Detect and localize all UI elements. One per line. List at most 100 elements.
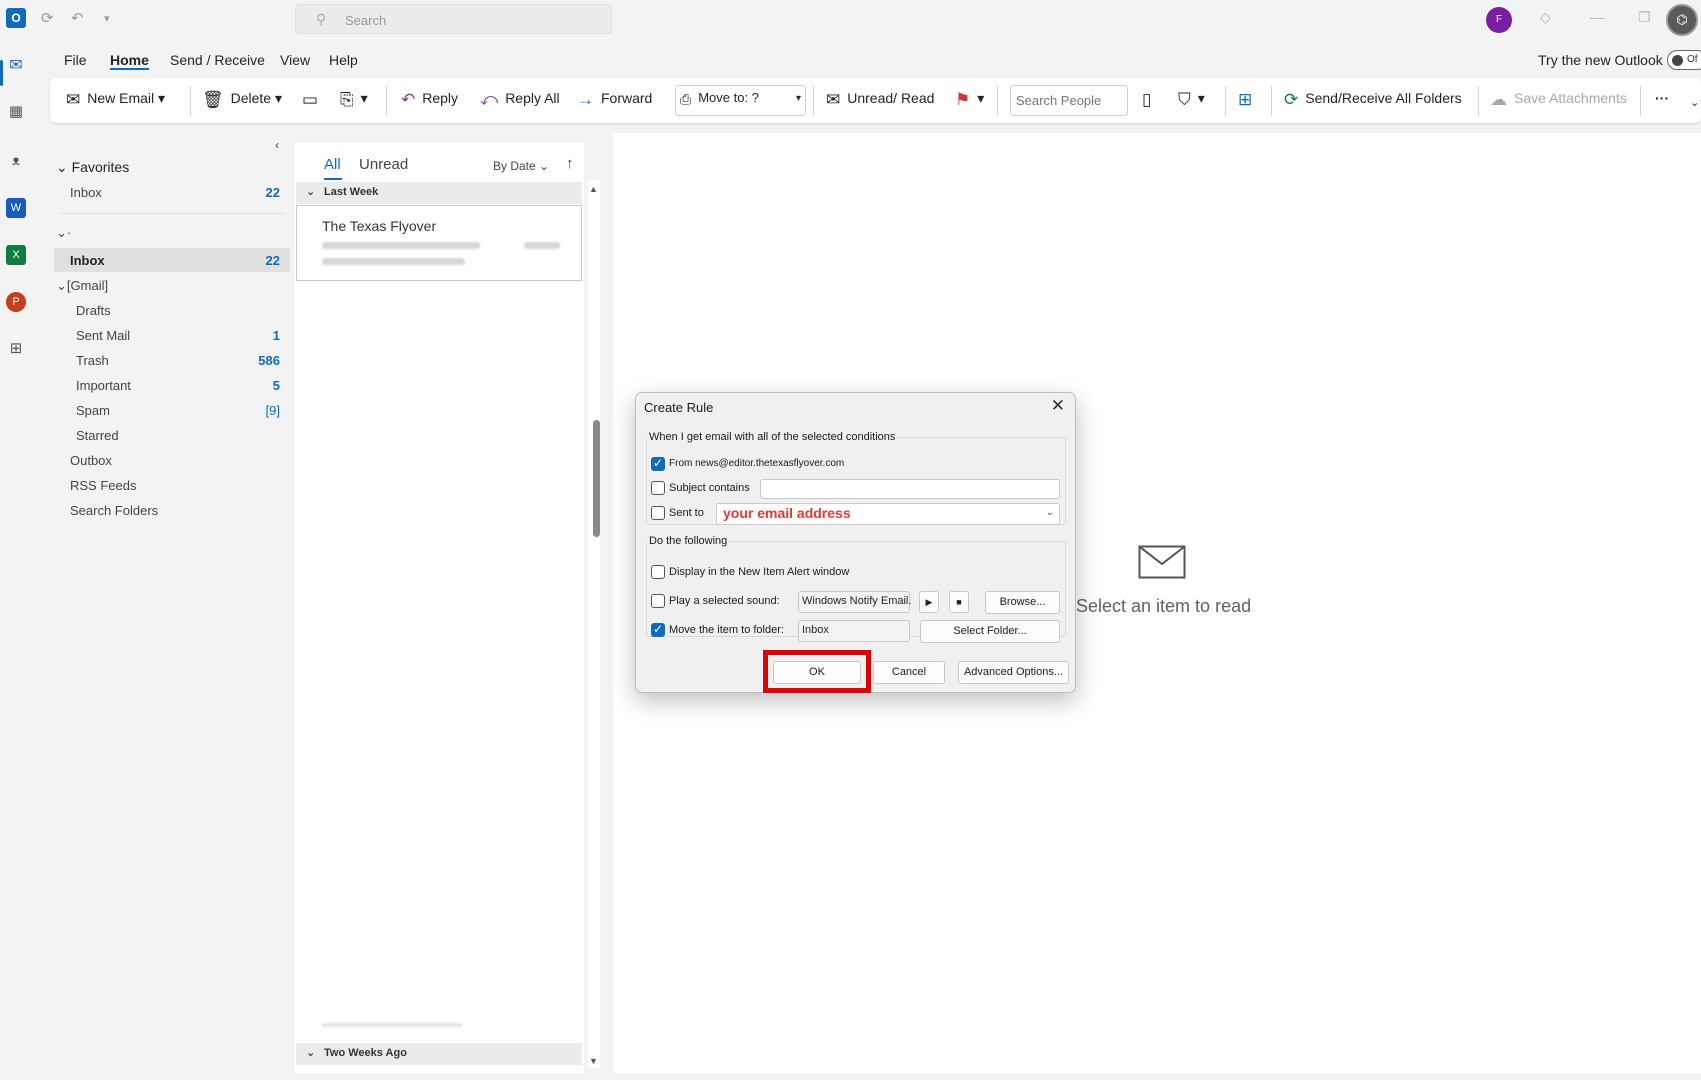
powerpoint-icon[interactable]: P [6,292,26,312]
people-icon[interactable]: ᴥ [6,150,26,170]
sent-mail-count: 1 [272,328,280,343]
scroll-thumb[interactable] [593,420,600,537]
new-email-label: New Email [87,90,155,106]
unread-read-button[interactable]: ✉ Unread/ Read [826,90,934,110]
sync-icon[interactable]: ⟳ [41,9,54,27]
folder-search-folders[interactable]: Search Folders [70,503,158,518]
copilot-icon[interactable]: ⌬ [1666,4,1698,36]
trash-icon: 🗑 [202,90,224,109]
folder-fav-inbox[interactable]: Inbox [70,185,102,200]
folder-spam[interactable]: Spam [76,403,110,418]
folder-important[interactable]: Important [76,378,131,393]
ribbon-separator [997,86,998,116]
group-header-last-week[interactable]: ⌄ Last Week [296,182,582,204]
group-header-two-weeks-ago[interactable]: ⌄ Two Weeks Ago [296,1043,582,1065]
conditions-group-label: When I get email with all of the selecte… [647,431,898,443]
title-search-box[interactable]: ⚲ Search [295,4,612,34]
collapse-pane-icon[interactable]: ‹ [275,138,279,152]
delete-button[interactable]: 🗑 Delete ▾ [202,90,282,110]
favorites-header[interactable]: ⌄ Favorites [56,159,129,176]
actions-group-label: Do the following [647,535,730,547]
folder-trash[interactable]: Trash [76,353,109,368]
browse-button[interactable]: Browse... [985,591,1060,614]
gmail-header[interactable]: ⌄[Gmail] [56,278,108,294]
sound-file-field[interactable]: Windows Notify Email. [798,591,911,613]
subject-contains-input[interactable] [760,479,1060,499]
subject-contains-checkbox[interactable] [651,481,665,495]
move-button[interactable]: ⎘ ▾ [340,90,368,110]
menu-send-receive[interactable]: Send / Receive [170,52,265,68]
sort-by-date-dropdown[interactable]: By Date ⌄ [493,159,549,173]
folder-rss-feeds[interactable]: RSS Feeds [70,478,136,493]
select-folder-button[interactable]: Select Folder... [920,620,1060,643]
delete-label: Delete [230,90,272,106]
play-sound-checkbox[interactable] [651,594,665,608]
calendar-icon[interactable]: ▦ [6,102,26,122]
restore-icon[interactable]: ❐ [1638,9,1651,26]
menu-home[interactable]: Home [110,52,149,68]
minimize-icon[interactable]: — [1590,9,1604,25]
chevron-down-icon: ▾ [795,93,801,104]
forward-button[interactable]: → Forward [577,90,652,110]
folder-outbox[interactable]: Outbox [70,453,112,468]
search-people-input[interactable]: Search People [1010,85,1128,116]
new-outlook-toggle[interactable]: Of [1667,50,1701,70]
excel-icon[interactable]: X [6,245,26,265]
advanced-options-button[interactable]: Advanced Options... [958,661,1069,684]
menu-help[interactable]: Help [329,52,358,68]
message-sender: The Texas Flyover [322,218,437,234]
flag-button[interactable]: ⚑ ▾ [955,90,984,110]
tab-all[interactable]: All [324,156,341,173]
account-label: · [66,225,72,240]
sort-label: By Date [493,159,536,173]
filter-button[interactable]: ⛉ ▾ [1178,90,1205,110]
scroll-down-icon[interactable]: ▼ [589,1056,598,1066]
reply-all-label: Reply All [505,90,560,106]
stop-sound-icon[interactable]: ■ [949,591,969,613]
premium-diamond-icon[interactable]: ◇ [1540,9,1551,26]
menu-file[interactable]: File [64,52,87,68]
archive-button[interactable]: ▭ [302,90,325,110]
move-to-dropdown[interactable]: ⎙ Move to: ? ▾ [675,85,806,116]
play-sound-icon[interactable]: ▶ [919,591,939,613]
scroll-up-icon[interactable]: ▲ [589,184,598,194]
more-options-button[interactable]: ··· [1655,90,1669,106]
forward-label: Forward [601,90,653,106]
folder-drafts[interactable]: Drafts [76,303,111,318]
sent-to-dropdown[interactable]: your email address ⌄ [716,503,1060,525]
sent-to-checkbox[interactable] [651,506,665,520]
move-to-label: Move to: ? [698,90,759,105]
close-icon[interactable]: ✕ [1051,396,1065,416]
empty-reading-pane-text: Select an item to read [1076,596,1252,616]
folder-sent-mail[interactable]: Sent Mail [76,328,130,343]
from-checkbox[interactable] [651,456,665,471]
avatar[interactable]: F [1486,7,1512,33]
cancel-button[interactable]: Cancel [873,661,945,684]
apps-icon[interactable]: ⊞ [6,339,26,359]
reply-all-button[interactable]: ⤺ Reply All [480,90,560,110]
message-list-scrollbar[interactable]: ▲ ▼ [588,180,600,1068]
tab-unread[interactable]: Unread [359,156,408,173]
sort-direction-icon[interactable]: ↑ [566,155,574,172]
send-receive-all-button[interactable]: ⟳ Send/Receive All Folders [1284,90,1462,110]
reply-button[interactable]: ↶ Reply [401,90,458,110]
ribbon-collapse-icon[interactable]: ⌄ [1690,96,1699,109]
folder-starred[interactable]: Starred [76,428,119,443]
menu-view[interactable]: View [280,52,310,68]
word-icon[interactable]: W [6,198,26,218]
apps-button[interactable]: ⊞ [1238,90,1259,110]
address-book-button[interactable]: ▯ [1142,90,1158,110]
save-attachments-button[interactable]: ☁ Save Attachments [1490,90,1627,110]
display-alert-checkbox[interactable] [651,565,665,579]
quick-access-dropdown-icon[interactable]: ▾ [104,12,110,25]
mail-icon[interactable]: ✉ [6,56,26,76]
search-placeholder: Search [345,13,387,28]
move-to-folder-checkbox[interactable] [651,622,665,637]
folder-inbox[interactable]: Inbox [70,253,105,268]
undo-icon[interactable]: ↶ [71,9,84,27]
list-item[interactable]: The Texas Flyover [296,205,582,281]
account-header[interactable]: ⌄· [56,225,71,241]
envelope-open-icon: ✉ [826,90,841,109]
new-email-button[interactable]: ✉ New Email ▾ [66,90,165,110]
display-alert-label: Display in the New Item Alert window [669,566,850,578]
